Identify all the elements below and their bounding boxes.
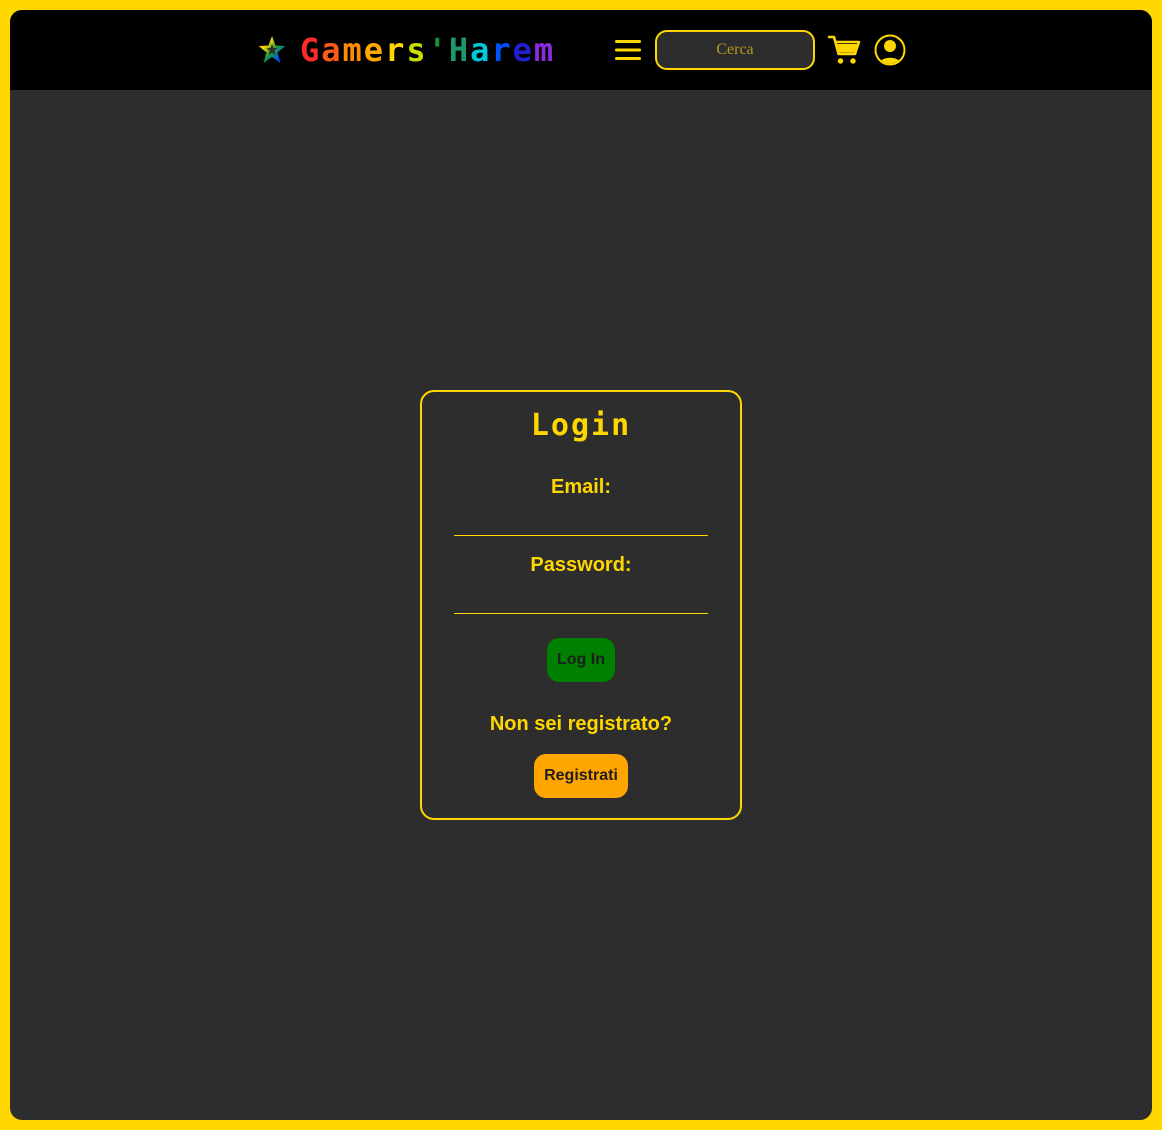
logo-letter: r [491,31,513,69]
logo-letter: a [470,31,492,69]
login-card: Login Email: Password: Log In Non sei re… [420,390,742,820]
password-field[interactable] [454,587,708,614]
rainbow-star-icon[interactable] [257,35,287,65]
register-button[interactable]: Registrati [534,754,628,798]
logo-letter: ' [427,31,449,69]
site-logo-text[interactable]: Gamers'Harem [300,32,555,68]
hamburger-menu-icon[interactable] [614,38,642,62]
logo-letter: m [533,31,556,69]
logo-letter: m [342,31,364,69]
login-button[interactable]: Log In [547,638,615,682]
site-header: Gamers'Harem [10,10,1152,90]
not-registered-text: Non sei registrato? [489,713,673,735]
password-label: Password: [530,554,632,576]
shopping-cart-icon[interactable] [827,34,863,66]
logo-letter: e [512,31,534,69]
email-label: Email: [550,476,612,498]
user-account-icon[interactable] [874,34,906,66]
logo-letter: H [448,31,471,69]
logo-letter: a [321,31,343,69]
logo-letter: e [363,31,386,69]
logo-letter: s [406,31,428,69]
logo-letter: r [385,31,407,69]
logo-letter: G [300,31,322,69]
page-frame: Gamers'Harem Login Email: Password: [10,10,1152,1120]
login-title: Login [530,408,632,443]
search-input[interactable] [655,30,815,70]
email-field[interactable] [454,509,708,536]
